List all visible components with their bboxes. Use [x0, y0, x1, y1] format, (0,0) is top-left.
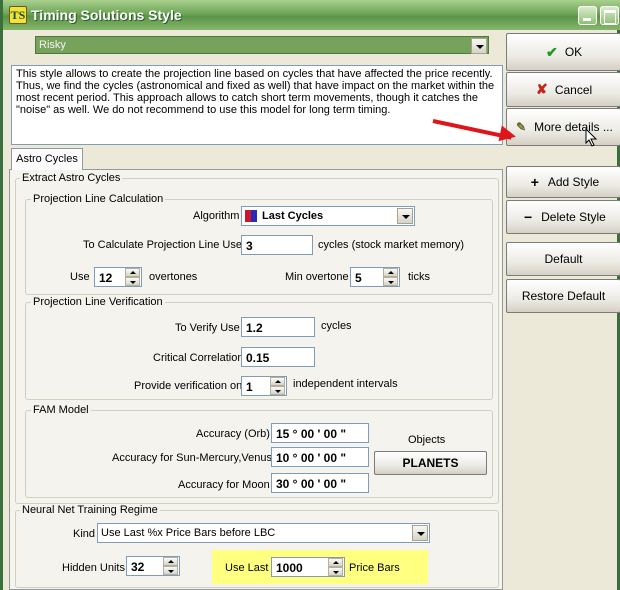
spin-down-icon[interactable] — [270, 386, 285, 395]
style-select-value: Risky — [39, 39, 66, 51]
title-bar[interactable]: TS Timing Solutions Style — [3, 0, 620, 30]
critical-correlation-label: Critical Correlation — [153, 352, 244, 364]
style-select[interactable]: Risky — [35, 36, 489, 54]
price-bars-unit: Price Bars — [349, 562, 400, 574]
projection-calc-title: Projection Line Calculation — [31, 193, 166, 205]
minus-icon: − — [524, 209, 533, 225]
maximize-button[interactable] — [600, 6, 619, 25]
hidden-units-label: Hidden Units — [62, 562, 125, 574]
algorithm-value: Last Cycles — [262, 210, 324, 222]
to-calc-label: To Calculate Projection Line Use — [83, 239, 242, 251]
verification-intervals-value: 1 — [246, 380, 253, 394]
min-overtone-value: 5 — [355, 271, 362, 285]
to-verify-unit: cycles — [321, 320, 352, 332]
use-last-stepper[interactable]: 1000 — [271, 557, 345, 577]
spin-up-icon[interactable] — [270, 377, 285, 386]
ticks-unit: ticks — [408, 271, 430, 283]
x-icon: ✘ — [535, 81, 548, 97]
accuracy-sun-label: Accuracy for Sun-Mercury,Venus — [112, 452, 272, 464]
kind-select[interactable]: Use Last %x Price Bars before LBC — [97, 523, 430, 543]
provide-verification-label: Provide verification on — [134, 380, 243, 392]
to-verify-input[interactable]: 1.2 — [241, 317, 315, 337]
annotation-arrow-head — [498, 125, 518, 145]
spin-up-icon[interactable] — [163, 557, 178, 566]
to-verify-label: To Verify Use — [175, 322, 240, 334]
algorithm-color-swatch — [245, 210, 257, 222]
min-overtone-stepper[interactable]: 5 — [350, 267, 400, 287]
objects-label: Objects — [408, 434, 446, 446]
accuracy-moon-label: Accuracy for Moon — [178, 479, 270, 491]
use-last-label: Use Last — [225, 562, 269, 574]
mouse-cursor-icon — [585, 128, 598, 147]
delete-style-button[interactable]: − Delete Style — [506, 200, 620, 234]
use-last-value: 1000 — [276, 561, 303, 575]
accuracy-sun-input[interactable]: 10 ° 00 ' 00 " — [271, 447, 369, 467]
window-title: Timing Solutions Style — [31, 7, 182, 23]
chevron-down-icon[interactable] — [471, 38, 487, 54]
fam-model-title: FAM Model — [31, 404, 91, 416]
spin-down-icon[interactable] — [328, 567, 343, 576]
spin-down-icon[interactable] — [163, 566, 178, 575]
overtones-value: 12 — [99, 271, 113, 285]
plus-icon: + — [530, 174, 539, 190]
spin-up-icon[interactable] — [328, 558, 343, 567]
more-details-button[interactable]: ✎ More details ... — [506, 108, 620, 146]
verification-intervals-stepper[interactable]: 1 — [241, 376, 287, 396]
check-icon: ✔ — [545, 43, 558, 60]
overtones-stepper[interactable]: 12 — [94, 267, 142, 287]
dialog-window: TS Timing Solutions Style Risky This sty… — [0, 0, 620, 590]
critical-correlation-input[interactable]: 0.15 — [241, 347, 315, 367]
add-style-button[interactable]: + Add Style — [506, 166, 620, 198]
default-button[interactable]: Default — [506, 242, 620, 276]
kind-label: Kind — [73, 528, 96, 540]
spin-up-icon[interactable] — [125, 268, 140, 277]
to-calc-unit: cycles (stock market memory) — [318, 239, 465, 251]
extract-astro-cycles-title: Extract Astro Cycles — [20, 172, 123, 184]
neural-net-title: Neural Net Training Regime — [20, 504, 160, 516]
restore-default-button[interactable]: Restore Default — [506, 279, 620, 313]
accuracy-orb-label: Accuracy (Orb) — [196, 428, 270, 440]
planets-button[interactable]: PLANETS — [374, 451, 487, 475]
to-calc-input[interactable]: 3 — [241, 235, 313, 255]
kind-value: Use Last %x Price Bars before LBC — [101, 527, 276, 539]
chevron-down-icon[interactable] — [397, 208, 413, 224]
hidden-units-stepper[interactable]: 32 — [126, 556, 180, 576]
min-overtone-label: Min overtone — [285, 271, 349, 283]
algorithm-label: Algorithm — [193, 210, 240, 222]
accuracy-moon-input[interactable]: 30 ° 00 ' 00 " — [271, 473, 369, 493]
hidden-units-value: 32 — [131, 560, 145, 574]
cancel-button[interactable]: ✘ Cancel — [506, 72, 620, 107]
accuracy-orb-input[interactable]: 15 ° 00 ' 00 " — [271, 423, 369, 443]
spin-down-icon[interactable] — [383, 277, 398, 286]
tab-astro-cycles[interactable]: Astro Cycles — [11, 148, 83, 170]
chevron-down-icon[interactable] — [412, 525, 428, 541]
app-icon: TS — [9, 6, 27, 24]
algorithm-select[interactable]: Last Cycles — [241, 206, 415, 226]
spin-down-icon[interactable] — [125, 277, 140, 286]
provide-verification-unit: independent intervals — [293, 378, 398, 390]
spin-up-icon[interactable] — [383, 268, 398, 277]
style-description[interactable]: This style allows to create the projecti… — [11, 65, 503, 145]
use-label: Use — [70, 271, 90, 283]
ok-button[interactable]: ✔ OK — [506, 33, 620, 71]
minimize-button[interactable] — [578, 6, 597, 25]
projection-verify-title: Projection Line Verification — [31, 296, 165, 308]
overtones-unit: overtones — [149, 271, 198, 283]
